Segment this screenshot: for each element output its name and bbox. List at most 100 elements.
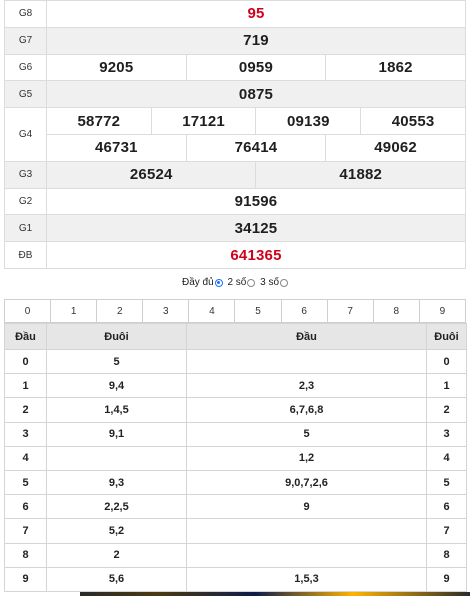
digit-filter-2[interactable]: 2 <box>97 300 144 322</box>
cell-duoi: 2,2,5 <box>46 494 187 520</box>
prize-value: 09139 <box>255 107 362 135</box>
prize-label: G8 <box>4 0 47 28</box>
mode-option-full[interactable]: Đầy đủ <box>182 277 223 288</box>
cell-dau: 2 <box>4 397 47 423</box>
prize-value: 95 <box>46 0 466 28</box>
table-row: 9 5,6 1,5,3 9 <box>4 566 467 592</box>
table-row: 6 2,2,5 9 6 <box>4 494 467 520</box>
prize-row-g4: G4 58772 17121 09139 40553 <box>4 107 466 162</box>
cell-duoi: 5 <box>46 348 187 375</box>
prize-label: G3 <box>4 160 47 189</box>
digit-filter-8[interactable]: 8 <box>373 300 420 322</box>
mode-label-3-digits: 3 số <box>260 277 280 288</box>
cell-dau-2: 5 <box>186 421 427 447</box>
digit-filter-0[interactable]: 0 <box>5 300 52 322</box>
cell-duoi-2: 1 <box>426 373 467 399</box>
digit-filter-4[interactable]: 4 <box>189 300 236 322</box>
prize-value: 40553 <box>360 107 466 135</box>
prize-row-g2: G2 91596 <box>4 187 466 216</box>
prize-row-g4-b: 46731 76414 49062 <box>5 133 466 162</box>
prize-value: 719 <box>46 26 466 55</box>
cell-dau: 4 <box>4 445 47 471</box>
table-row: 4 1,2 4 <box>4 445 467 471</box>
prize-row-g6: G6 9205 0959 1862 <box>4 53 466 82</box>
prize-value: 58772 <box>46 107 152 135</box>
prize-row-special: ĐB 641365 <box>4 241 466 269</box>
prize-label: G7 <box>4 26 47 55</box>
prize-value: 26524 <box>45 160 257 189</box>
cell-duoi-2: 2 <box>426 397 467 423</box>
prize-label: G4 <box>4 107 47 162</box>
digit-filter-3[interactable]: 3 <box>143 300 190 322</box>
prize-label: ĐB <box>4 241 47 269</box>
prize-value: 91596 <box>46 187 466 216</box>
results-table: G8 95 G7 719 G6 9205 0959 1862 G5 0875 G… <box>4 0 466 269</box>
prize-label: G2 <box>4 187 47 216</box>
prize-row-g7: G7 719 <box>4 26 466 55</box>
prize-value: 46731 <box>46 133 187 162</box>
cell-dau: 8 <box>4 542 47 568</box>
cell-duoi: 5,2 <box>46 518 187 544</box>
cell-duoi: 9,1 <box>46 421 187 447</box>
mode-option-3-digits[interactable]: 3 số <box>260 277 289 288</box>
cell-dau: 0 <box>4 348 47 375</box>
cell-duoi-2: 6 <box>426 494 467 520</box>
col-header-duoi: Đuôi <box>46 323 187 350</box>
prize-value: 49062 <box>325 133 466 162</box>
cell-duoi: 5,6 <box>46 566 187 592</box>
cell-duoi-2: 4 <box>426 445 467 471</box>
mode-option-2-digits[interactable]: 2 số <box>227 277 256 288</box>
radio-2-digits[interactable] <box>214 278 223 287</box>
cell-dau-2 <box>186 518 427 544</box>
digit-filter-5[interactable]: 5 <box>235 300 282 322</box>
prize-row-g5: G5 0875 <box>4 80 466 109</box>
cell-duoi: 9,3 <box>46 469 187 496</box>
prize-value: 1862 <box>325 53 466 82</box>
radio-3-digits-end[interactable] <box>280 278 289 287</box>
table-row: 7 5,2 7 <box>4 518 467 544</box>
prize-row-g8: G8 95 <box>4 0 466 28</box>
cell-dau: 5 <box>4 469 47 496</box>
digit-filter-6[interactable]: 6 <box>281 300 328 322</box>
digit-filter-7[interactable]: 7 <box>327 300 374 322</box>
prize-value: 641365 <box>46 241 466 269</box>
prize-row-g1: G1 34125 <box>4 214 466 243</box>
cell-dau-2: 9,0,7,2,6 <box>186 469 427 496</box>
ad-banner-strip[interactable] <box>80 592 470 596</box>
cell-duoi: 2 <box>46 542 187 568</box>
prize-row-g3: G3 26524 41882 <box>4 160 466 189</box>
cell-duoi-2: 3 <box>426 421 467 447</box>
cell-dau-2: 1,2 <box>186 445 427 471</box>
cell-duoi-2: 5 <box>426 469 467 496</box>
cell-dau-2 <box>186 542 427 568</box>
cell-dau: 3 <box>4 421 47 447</box>
digit-filter-1[interactable]: 1 <box>51 300 98 322</box>
prize-value: 76414 <box>185 133 327 162</box>
prize-label: G5 <box>4 80 47 109</box>
cell-dau: 9 <box>4 566 47 592</box>
prize-value: 17121 <box>150 107 257 135</box>
cell-duoi <box>46 445 187 471</box>
col-header-dau: Đầu <box>4 323 47 350</box>
cell-duoi-2: 8 <box>426 542 467 568</box>
cell-duoi: 9,4 <box>46 373 187 399</box>
display-mode-selector: Đầy đủ 2 số 3 số <box>0 277 470 288</box>
digit-filter-9[interactable]: 9 <box>419 300 465 322</box>
digit-filter-bar: 0 1 2 3 4 5 6 7 8 9 <box>4 299 466 323</box>
table-row: 5 9,3 9,0,7,2,6 5 <box>4 469 467 496</box>
radio-3-digits[interactable] <box>247 278 256 287</box>
cell-dau-2: 9 <box>186 494 427 520</box>
prize-value: 0959 <box>185 53 327 82</box>
prize-label: G6 <box>4 53 47 82</box>
prize-value: 0875 <box>46 80 466 109</box>
cell-duoi-2: 7 <box>426 518 467 544</box>
cell-dau-2: 1,5,3 <box>186 566 427 592</box>
head-tail-header: Đầu Đuôi Đầu Đuôi <box>4 323 467 350</box>
cell-duoi-2: 0 <box>426 348 467 375</box>
cell-dau-2 <box>186 348 427 375</box>
table-row: 828 <box>4 542 467 568</box>
cell-dau: 6 <box>4 494 47 520</box>
mode-label-2-digits: 2 số <box>227 277 247 288</box>
prize-value: 34125 <box>46 214 466 243</box>
col-header-duoi-2: Đuôi <box>426 323 467 350</box>
